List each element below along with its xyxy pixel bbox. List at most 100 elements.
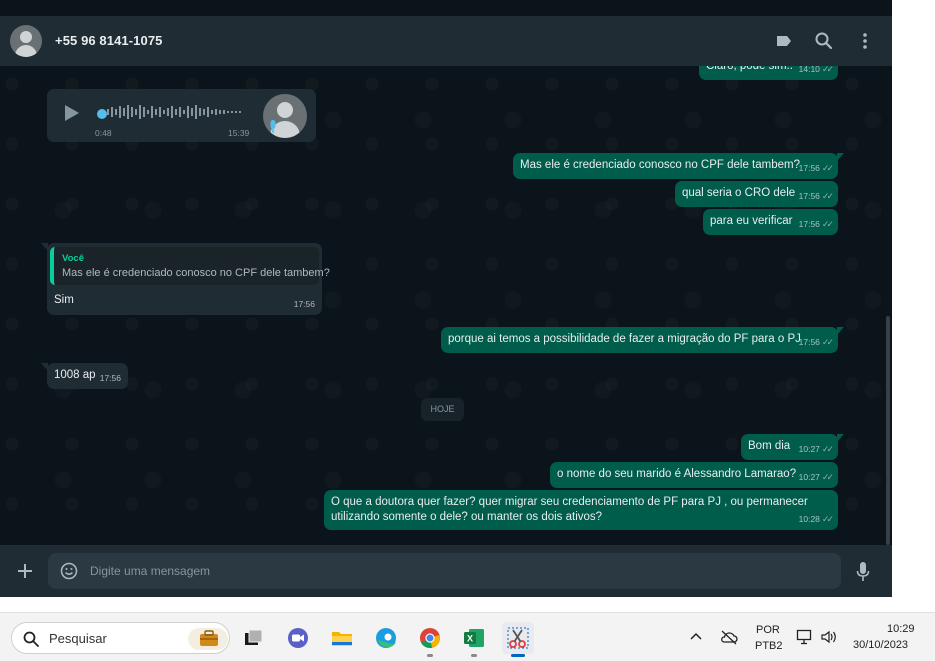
label-icon[interactable]: [774, 31, 794, 51]
emoji-icon[interactable]: [60, 562, 78, 580]
quoted-message[interactable]: Você Mas ele é credenciado conosco no CP…: [50, 247, 330, 285]
voice-message-bubble[interactable]: 0:48 15:39: [47, 89, 316, 142]
plus-icon[interactable]: [16, 562, 34, 580]
screen: +55 96 8141-1075 Claro, pode sim.. 14:10…: [0, 0, 935, 661]
message-time: 17:56: [99, 373, 121, 383]
audio-progress-dot[interactable]: [97, 109, 107, 119]
avatar-head: [20, 31, 32, 43]
volume-icon[interactable]: [820, 629, 838, 645]
message-meta: 10:27 ✓✓: [798, 470, 834, 485]
active-indicator: [511, 654, 525, 657]
taskbar-search[interactable]: Pesquisar: [11, 622, 230, 654]
message-time: 10:27: [798, 444, 820, 454]
message-meta: 17:56 ✓✓: [798, 335, 834, 350]
message-bubble-outgoing[interactable]: qual seria o CRO dele 17:56 ✓✓: [675, 181, 838, 207]
chat-messages-area[interactable]: Claro, pode sim.. 14:10 ✓✓ 0:48 15:39 Ma…: [0, 66, 892, 545]
message-time: 17:56: [798, 191, 820, 201]
message-time: 14:10: [798, 66, 820, 74]
taskbar-meet-app[interactable]: [282, 622, 314, 654]
message-meta: 17:56 ✓✓: [798, 189, 834, 204]
cloud-offline-icon[interactable]: [720, 629, 738, 645]
message-time: 17:56: [798, 219, 820, 229]
message-text-line-2: utilizando somente o dele? ou manter os …: [331, 511, 603, 523]
running-indicator: [427, 654, 433, 657]
message-composer: Digite uma mensagem: [0, 545, 892, 597]
taskbar-excel[interactable]: X: [458, 622, 490, 657]
audio-waveform[interactable]: [99, 103, 244, 121]
message-bubble-outgoing[interactable]: porque ai temos a possibilidade de fazer…: [441, 327, 844, 353]
whatsapp-window: +55 96 8141-1075 Claro, pode sim.. 14:10…: [0, 0, 892, 597]
input-language[interactable]: POR: [756, 624, 780, 636]
windows-taskbar: Pesquisar X POR PTB2 10:29 30/10/2023: [0, 612, 935, 661]
message-bubble-outgoing[interactable]: o nome do seu marido é Alessandro Lamara…: [550, 462, 838, 488]
taskbar-snipping-tool[interactable]: [502, 622, 534, 657]
chat-scrollbar[interactable]: [886, 316, 890, 545]
message-text: Mas ele é credenciado conosco no CPF del…: [520, 159, 800, 171]
contact-avatar[interactable]: [10, 25, 42, 57]
bubble-tail: [837, 327, 844, 335]
message-text: Bom dia: [748, 440, 791, 452]
search-icon[interactable]: [814, 31, 834, 51]
window-edge: [892, 0, 935, 612]
clock-date[interactable]: 30/10/2023: [853, 639, 908, 651]
message-text: 1008 ap: [54, 369, 96, 381]
message-bubble-outgoing[interactable]: Bom dia 10:27 ✓✓: [741, 434, 844, 460]
taskbar-task-view[interactable]: [238, 622, 270, 654]
taskbar-search-placeholder: Pesquisar: [49, 631, 107, 646]
video-call-icon: [288, 628, 308, 648]
taskbar-edge[interactable]: [370, 622, 402, 654]
message-input[interactable]: Digite uma mensagem: [48, 553, 841, 589]
mic-icon[interactable]: [856, 562, 870, 582]
taskbar-file-explorer[interactable]: [326, 622, 358, 654]
taskbar-chrome[interactable]: [414, 622, 446, 657]
bubble-tail: [837, 153, 844, 161]
double-check-icon: ✓✓: [821, 337, 834, 347]
message-bubble-outgoing[interactable]: para eu verificar 17:56 ✓✓: [703, 209, 838, 235]
message-bubble-outgoing[interactable]: O que a doutora quer fazer? quer migrar …: [324, 490, 838, 530]
message-meta: 14:10 ✓✓: [798, 66, 834, 77]
chat-header[interactable]: +55 96 8141-1075: [0, 16, 892, 66]
message-meta: 10:27 ✓✓: [798, 442, 834, 457]
input-placeholder: Digite uma mensagem: [90, 564, 211, 578]
message-time: 10:28: [798, 514, 820, 524]
avatar-body: [15, 45, 37, 57]
clock-time[interactable]: 10:29: [887, 623, 915, 635]
mic-icon: [270, 120, 276, 133]
avatar-head: [277, 102, 293, 118]
edge-icon: [376, 628, 396, 648]
date-separator: HOJE: [421, 398, 464, 421]
message-time: 17:56: [798, 337, 820, 347]
message-bubble-incoming[interactable]: 1008 ap 17:56: [41, 363, 128, 389]
message-bubble-outgoing[interactable]: Mas ele é credenciado conosco no CPF del…: [513, 153, 844, 179]
play-icon[interactable]: [65, 105, 79, 121]
chevron-up-icon[interactable]: [690, 631, 702, 641]
message-text: Claro, pode sim..: [706, 66, 793, 72]
voice-time: 15:39: [228, 128, 250, 138]
bubble-tail: [837, 434, 844, 442]
double-check-icon: ✓✓: [821, 66, 834, 74]
message-time: 10:27: [798, 472, 820, 482]
message-bubble-incoming-reply[interactable]: Você Mas ele é credenciado conosco no CP…: [41, 243, 330, 315]
message-time: 17:56: [798, 163, 820, 173]
message-text: qual seria o CRO dele: [682, 187, 796, 199]
briefcase-icon[interactable]: [188, 628, 228, 650]
chrome-icon: [420, 628, 440, 649]
message-bubble-outgoing[interactable]: Claro, pode sim.. 14:10 ✓✓: [699, 66, 838, 80]
task-view-icon: [245, 629, 263, 645]
quoted-text: Mas ele é credenciado conosco no CPF del…: [62, 267, 330, 279]
svg-text:X: X: [467, 634, 473, 644]
message-text-line-1: O que a doutora quer fazer? quer migrar …: [331, 496, 808, 508]
message-meta: 17:56 ✓✓: [798, 161, 834, 176]
double-check-icon: ✓✓: [821, 163, 834, 173]
folder-icon: [332, 632, 352, 646]
contact-name[interactable]: +55 96 8141-1075: [55, 33, 163, 48]
message-meta: 17:56 ✓✓: [798, 217, 834, 232]
double-check-icon: ✓✓: [821, 191, 834, 201]
display-icon[interactable]: [796, 628, 814, 646]
bubble-tail: [41, 243, 48, 251]
bubble-tail: [41, 363, 48, 371]
search-icon: [23, 631, 39, 647]
keyboard-layout[interactable]: PTB2: [755, 640, 783, 652]
menu-icon[interactable]: [855, 31, 875, 51]
excel-icon: X: [464, 629, 484, 647]
